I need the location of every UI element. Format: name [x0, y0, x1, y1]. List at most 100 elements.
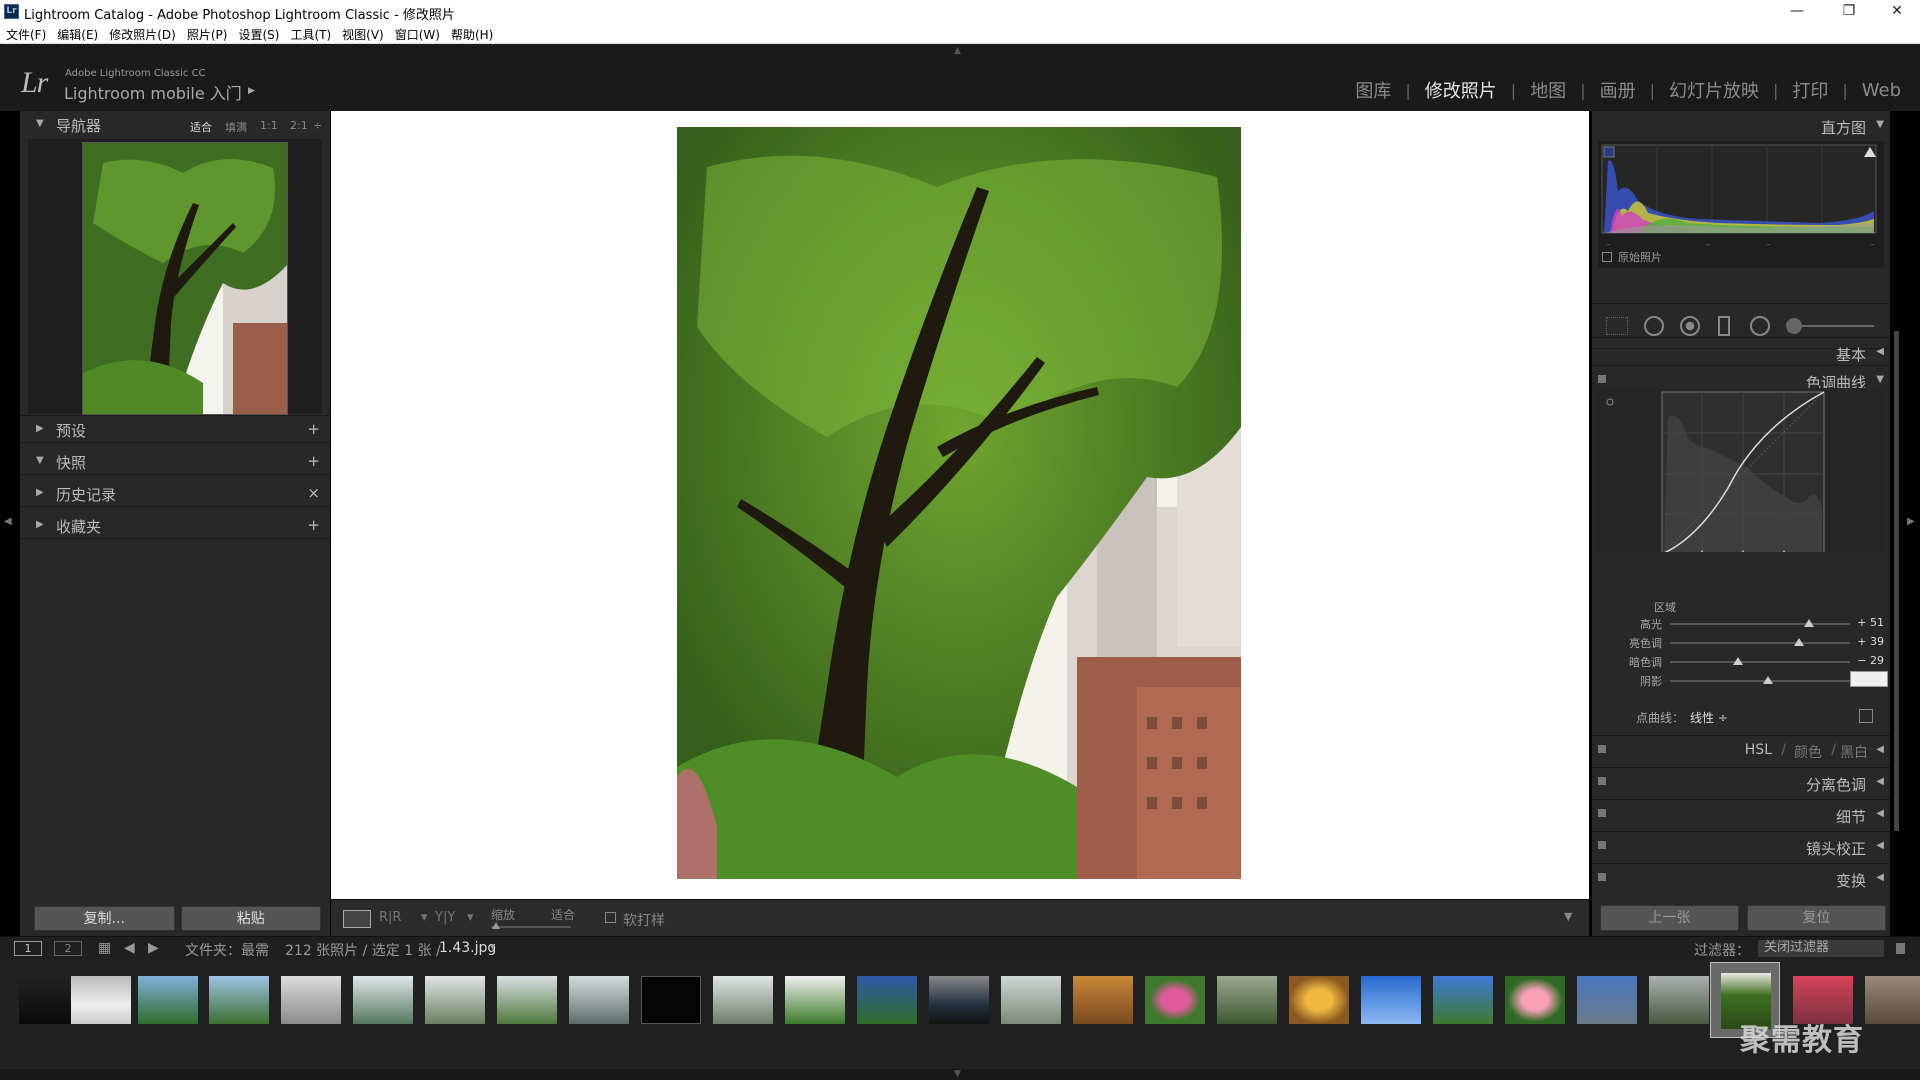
dropdown-arrow-icon[interactable]: ▾	[421, 910, 428, 925]
module-print[interactable]: 打印	[1792, 77, 1828, 103]
slider-thumb[interactable]	[1733, 657, 1743, 665]
panel-switch-icon[interactable]	[1598, 841, 1606, 849]
collapsed-triangle-icon[interactable]: ◀	[1876, 872, 1884, 883]
film-thumbnail[interactable]	[564, 967, 634, 1033]
toolbar-menu-icon[interactable]: ▼	[1564, 910, 1572, 923]
loupe-view-button[interactable]	[343, 910, 371, 928]
original-photo-checkbox[interactable]	[1602, 252, 1612, 262]
selected-filename[interactable]: 1.43.jpg	[439, 940, 496, 956]
zoom-fit[interactable]: 适合	[190, 119, 212, 135]
zoom-menu-icon[interactable]: ÷	[313, 119, 322, 132]
shadows-value-input[interactable]	[1850, 671, 1888, 687]
collapse-bottom-panel-icon[interactable]: ▼	[954, 1069, 961, 1079]
history-label[interactable]: 历史记录	[56, 484, 116, 505]
back-arrow-icon[interactable]: ◀	[124, 940, 135, 956]
before-after-tb-button[interactable]: Y|Y	[435, 910, 455, 925]
film-thumbnail[interactable]	[708, 967, 778, 1033]
slider-track[interactable]	[1670, 642, 1850, 644]
main-photo[interactable]	[677, 127, 1241, 879]
module-book[interactable]: 画册	[1600, 77, 1636, 103]
filter-select[interactable]: 关闭过滤器	[1758, 940, 1884, 957]
highlights-value[interactable]: + 51	[1854, 616, 1884, 629]
collapsed-triangle-icon[interactable]: ▶	[36, 423, 44, 434]
primary-window-button[interactable]: 1	[14, 941, 42, 956]
source-folder[interactable]: 文件夹：最需	[185, 940, 269, 960]
paste-button[interactable]: 粘贴	[180, 906, 321, 931]
filter-lock-icon[interactable]	[1896, 943, 1905, 954]
module-library[interactable]: 图库	[1355, 77, 1391, 103]
menu-settings[interactable]: 设置(S)	[238, 24, 286, 43]
expanded-triangle-icon[interactable]: ▼	[36, 118, 44, 129]
secondary-window-button[interactable]: 2	[54, 941, 82, 956]
film-thumbnail[interactable]	[852, 967, 922, 1033]
radial-filter-icon[interactable]	[1750, 316, 1770, 336]
collapsed-triangle-icon[interactable]: ▶	[36, 487, 44, 498]
film-thumbnail[interactable]	[348, 967, 418, 1033]
module-slideshow[interactable]: 幻灯片放映	[1669, 77, 1759, 103]
add-snapshot-icon[interactable]: +	[307, 452, 320, 470]
restore-button[interactable]: ❐	[1826, 0, 1872, 24]
lights-value[interactable]: + 39	[1854, 635, 1884, 648]
film-thumbnail[interactable]	[996, 967, 1066, 1033]
slider-track[interactable]	[1670, 680, 1850, 682]
navigator-thumbnail[interactable]	[82, 142, 288, 415]
module-web[interactable]: Web	[1862, 80, 1901, 101]
panel-switch-icon[interactable]	[1598, 375, 1606, 383]
panel-switch-icon[interactable]	[1598, 873, 1606, 881]
film-thumbnail[interactable]	[66, 967, 136, 1033]
menu-develop[interactable]: 修改照片(D)	[109, 24, 183, 43]
color-tab[interactable]: 颜色	[1794, 742, 1822, 762]
graduated-filter-icon[interactable]	[1718, 316, 1730, 336]
zoom-slider-thumb[interactable]	[492, 922, 500, 929]
expanded-triangle-icon[interactable]: ▼	[1876, 119, 1884, 130]
histogram[interactable]: – – – – 原始照片	[1598, 141, 1884, 268]
edit-point-curve-icon[interactable]	[1859, 709, 1873, 723]
transform-section[interactable]: 变换 ◀	[1592, 863, 1890, 891]
right-panel-scrollbar[interactable]	[1894, 331, 1899, 831]
film-thumbnail[interactable]	[1644, 967, 1714, 1033]
collections-label[interactable]: 收藏夹	[56, 516, 101, 537]
panel-switch-icon[interactable]	[1598, 809, 1606, 817]
menu-edit[interactable]: 编辑(E)	[57, 24, 105, 43]
collapse-left-panel-icon[interactable]: ◀	[4, 516, 12, 527]
dropdown-arrow-icon[interactable]: ▾	[467, 910, 474, 925]
lights-slider[interactable]: 亮色调 + 39	[1612, 635, 1884, 651]
bw-tab[interactable]: 黑白	[1840, 742, 1868, 762]
collapsed-triangle-icon[interactable]: ◀	[1876, 346, 1884, 357]
tone-curve-panel[interactable]	[1598, 388, 1884, 556]
hsl-section[interactable]: HSL / 颜色 / 黑白 ◀	[1592, 735, 1890, 763]
add-collection-icon[interactable]: +	[307, 516, 320, 534]
film-thumbnail[interactable]	[1428, 967, 1498, 1033]
photo-canvas[interactable]	[331, 111, 1589, 899]
collapsed-triangle-icon[interactable]: ◀	[1876, 776, 1884, 787]
film-thumbnail[interactable]	[1284, 967, 1354, 1033]
history-panel[interactable]: ▶ 历史记录 ×	[20, 480, 330, 507]
film-thumbnail[interactable]	[133, 967, 203, 1033]
slider-track[interactable]	[1670, 623, 1850, 625]
highlights-slider[interactable]: 高光 + 51	[1612, 616, 1884, 632]
snapshots-label[interactable]: 快照	[56, 452, 86, 473]
film-thumbnail[interactable]	[1356, 967, 1426, 1033]
film-thumbnail[interactable]	[492, 967, 562, 1033]
grid-view-icon[interactable]: ▦	[98, 940, 111, 956]
collapsed-triangle-icon[interactable]: ◀	[1876, 808, 1884, 819]
lens-corrections-section[interactable]: 镜头校正 ◀	[1592, 831, 1890, 859]
clear-history-icon[interactable]: ×	[307, 484, 320, 502]
zoom-fill[interactable]: 填满	[225, 119, 247, 135]
presets-label[interactable]: 预设	[56, 420, 86, 441]
expanded-triangle-icon[interactable]: ▼	[1876, 374, 1884, 385]
basic-section[interactable]: 基本 ◀	[1592, 337, 1890, 365]
slider-thumb[interactable]	[1804, 619, 1814, 627]
film-thumbnail[interactable]	[420, 967, 490, 1033]
menu-photo[interactable]: 照片(P)	[187, 24, 235, 43]
menu-view[interactable]: 视图(V)	[342, 24, 391, 43]
chevron-down-icon[interactable]: ▾	[490, 942, 495, 953]
film-thumbnail[interactable]	[276, 967, 346, 1033]
crop-overlay-icon[interactable]	[1606, 317, 1628, 335]
film-thumbnail[interactable]	[1500, 967, 1570, 1033]
slider-track[interactable]	[1670, 661, 1850, 663]
zoom-slider[interactable]	[491, 926, 571, 928]
module-map[interactable]: 地图	[1530, 77, 1566, 103]
forward-arrow-icon[interactable]: ▶	[148, 940, 159, 956]
slider-thumb[interactable]	[1794, 638, 1804, 646]
